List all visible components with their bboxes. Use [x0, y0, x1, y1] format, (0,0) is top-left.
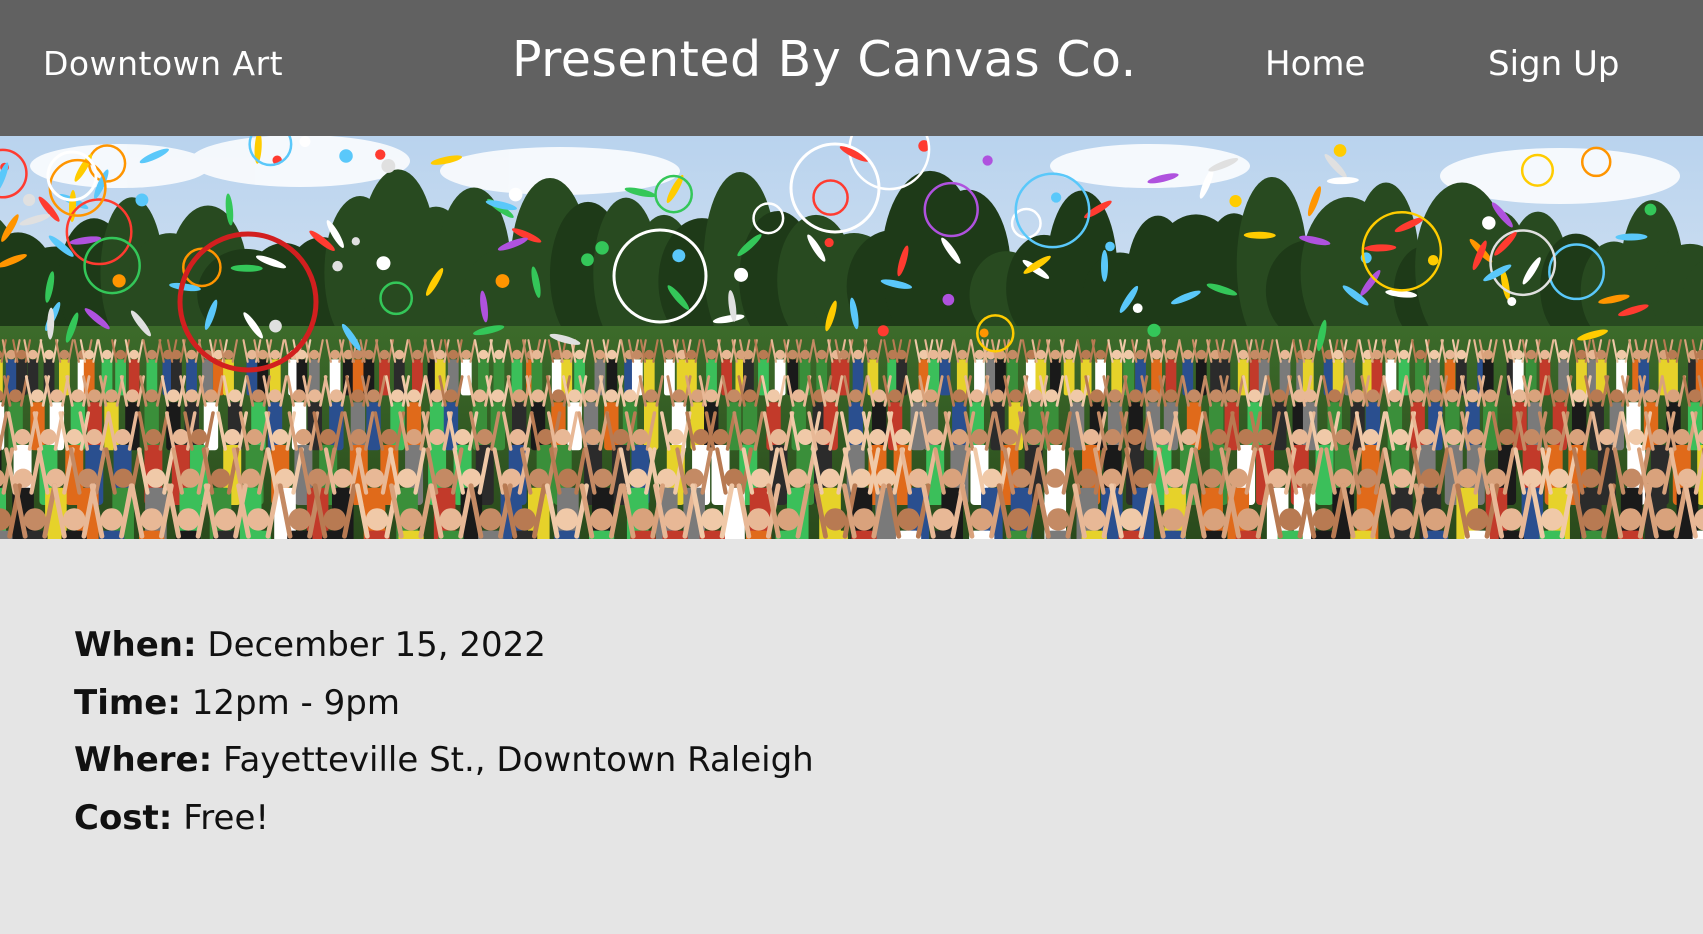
detail-cost-label: Cost:	[74, 797, 173, 838]
hero-image	[0, 136, 1703, 539]
detail-time-label: Time:	[74, 682, 181, 723]
detail-time: Time: 12pm - 9pm	[74, 675, 814, 733]
detail-where-value: Fayetteville St., Downtown Raleigh	[223, 740, 814, 780]
detail-cost: Cost: Free!	[74, 790, 814, 848]
detail-where-label: Where:	[74, 740, 213, 780]
nav-sign-up-link[interactable]: Sign Up	[1488, 44, 1619, 84]
detail-time-value: 12pm - 9pm	[191, 682, 400, 723]
detail-where: Where: Fayetteville St., Downtown Raleig…	[74, 732, 814, 790]
detail-when: When: December 15, 2022	[74, 617, 814, 675]
brand-link[interactable]: Downtown Art	[43, 44, 283, 83]
crowd-juggling-photo	[0, 136, 1703, 539]
event-details: When: December 15, 2022 Time: 12pm - 9pm…	[74, 617, 814, 847]
site-header: Downtown Art Presented By Canvas Co. Hom…	[0, 0, 1703, 136]
nav-home-link[interactable]: Home	[1265, 44, 1365, 84]
presenter-title: Presented By Canvas Co.	[512, 31, 1137, 88]
detail-cost-value: Free!	[183, 797, 269, 838]
detail-when-label: When:	[74, 625, 197, 665]
detail-when-value: December 15, 2022	[207, 625, 546, 665]
